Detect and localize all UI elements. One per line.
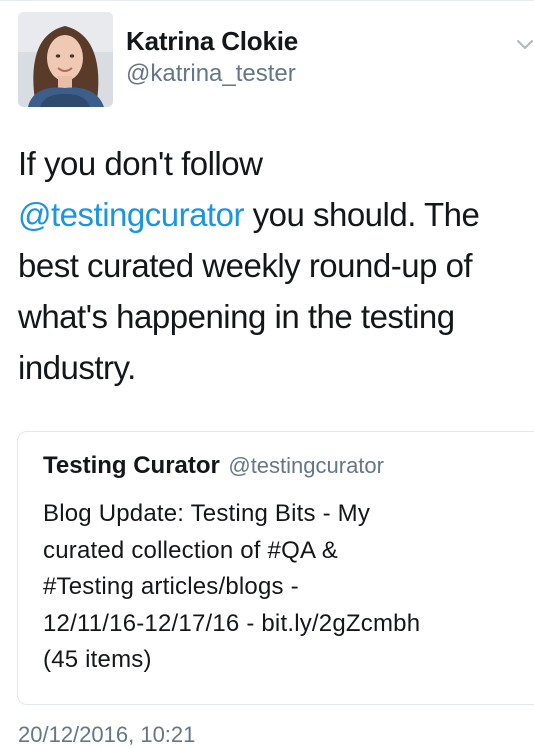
tweet-line: If you don't follow (18, 145, 263, 182)
quoted-line: Blog Update: Testing Bits - My (43, 500, 371, 527)
quoted-author-handle: @testingcurator (228, 453, 384, 478)
quoted-author-name: Testing Curator (43, 452, 220, 479)
tweet-line: what's happening in the testing (18, 298, 455, 335)
tweet-line-rest: you should. The (243, 196, 480, 233)
quoted-line: (45 items) (43, 646, 152, 673)
author-handle[interactable]: @katrina_tester (126, 60, 296, 88)
tweet-line: @testingcurator you should. The (18, 189, 530, 240)
chevron-down-icon[interactable] (516, 35, 534, 53)
quoted-line: 12/11/16-12/17/16 - bit.ly/2gZcmbh (43, 609, 421, 637)
quoted-tweet-header: Testing Curator @testingcurator (43, 452, 384, 480)
tweet-line: best curated weekly round-up of (18, 247, 473, 284)
quoted-tweet-card[interactable]: Testing Curator @testingcurator Blog Upd… (17, 431, 534, 705)
avatar-photo (18, 12, 113, 107)
tweet-text: If you don't follow @testingcurator you … (18, 138, 530, 393)
mention-link[interactable]: @testingcurator (18, 196, 244, 233)
tweet-timestamp[interactable]: 20/12/2016, 10:21 (18, 722, 195, 748)
quoted-line: #Testing articles/blogs - (43, 573, 299, 600)
quoted-tweet-text: Blog Update: Testing Bits - My curated c… (43, 496, 523, 679)
avatar[interactable] (18, 12, 113, 107)
top-divider (0, 0, 534, 1)
tweet-line: industry. (18, 349, 136, 386)
quoted-line: curated collection of #QA & (43, 536, 338, 564)
author-name[interactable]: Katrina Clokie (126, 26, 298, 57)
